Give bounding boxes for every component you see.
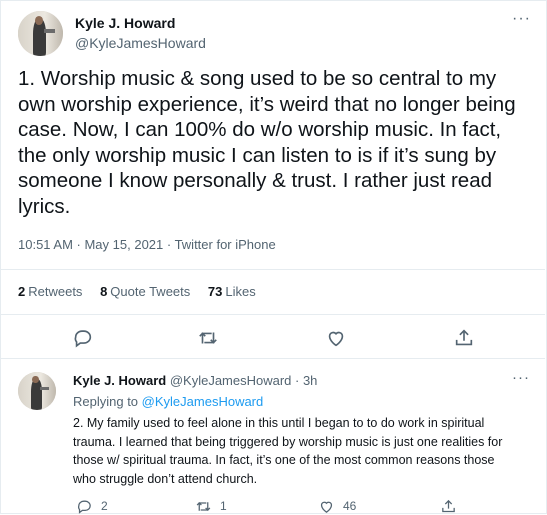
like-icon: [320, 501, 333, 513]
tweet-stats: 2 Retweets 8 Quote Tweets 73 Likes: [18, 284, 270, 299]
reply-author-name[interactable]: Kyle J. Howard: [73, 373, 166, 388]
retweet-icon: [196, 501, 211, 511]
author-handle[interactable]: @KyleJamesHoward: [75, 35, 206, 51]
reply-icon[interactable]: [72, 327, 94, 349]
avatar[interactable]: [18, 11, 63, 56]
reply-avatar[interactable]: [18, 372, 56, 410]
reply-icon: [78, 500, 91, 514]
reply-count: 2: [101, 499, 108, 513]
tweet-timestamp[interactable]: 10:51 AM · May 15, 2021 · Twitter for iP…: [18, 237, 276, 252]
divider: [0, 358, 545, 359]
replying-to: Replying to @KyleJamesHoward: [73, 394, 264, 409]
reply-retweet-button[interactable]: 1: [195, 497, 227, 515]
reply-author-handle[interactable]: @KyleJamesHoward · 3h: [170, 373, 318, 388]
divider: [0, 269, 545, 270]
reply-share-button[interactable]: [440, 497, 465, 515]
quote-tweets-stat[interactable]: 8 Quote Tweets: [100, 284, 190, 299]
retweet-icon[interactable]: [197, 327, 219, 349]
share-icon: [442, 499, 455, 512]
likes-stat[interactable]: 73 Likes: [208, 284, 256, 299]
retweet-count: 1: [220, 499, 227, 513]
reply-reply-button[interactable]: 2: [76, 497, 108, 515]
retweets-stat[interactable]: 2 Retweets: [18, 284, 82, 299]
more-options-icon[interactable]: ···: [512, 10, 531, 28]
divider: [0, 314, 545, 315]
reply-text: 2. My family used to feel alone in this …: [73, 416, 503, 486]
author-name[interactable]: Kyle J. Howard: [75, 15, 175, 31]
share-icon[interactable]: [453, 327, 475, 349]
reply-like-button[interactable]: 46: [318, 497, 356, 515]
reply-more-options-icon[interactable]: ···: [512, 369, 530, 386]
like-count: 46: [343, 499, 357, 513]
reply-author[interactable]: Kyle J. Howard @KyleJamesHoward · 3h: [73, 373, 317, 388]
replying-to-link[interactable]: @KyleJamesHoward: [142, 394, 264, 409]
like-icon[interactable]: [325, 327, 347, 349]
tweet-text: 1. Worship music & song used to be so ce…: [18, 67, 516, 218]
